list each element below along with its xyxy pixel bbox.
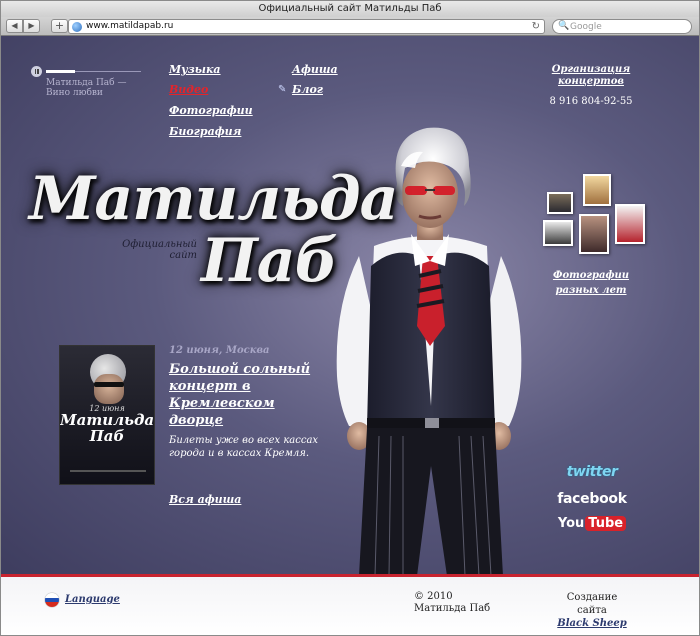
photo-thumb[interactable] [583,174,611,206]
search-bar[interactable]: 🔍 [552,19,692,34]
add-bookmark-button[interactable]: + [51,19,68,33]
logo-first-name: Матильда [29,164,398,234]
window-title: Официальный сайт Матильды Паб [1,1,699,17]
photo-thumb[interactable] [615,204,645,244]
all-afisha-link[interactable]: Вся афиша [169,493,241,506]
back-icon: ◀ [11,21,18,30]
forward-icon: ▶ [28,21,35,30]
poster-name: Матильда Паб [60,411,155,445]
youtube-link[interactable]: You Tube [557,516,627,531]
logo-tagline: Официальный сайт [122,239,197,261]
poster-face [94,374,124,404]
back-button[interactable]: ◀ [6,19,23,33]
event-description: Билеты уже во всех кассах города и в кас… [169,435,319,459]
search-input[interactable] [570,21,685,32]
copyright-name: Матильда Паб [414,603,491,614]
player-progress[interactable] [46,70,141,73]
menu-item-video[interactable]: Видео [169,83,208,96]
contact-phone: 8 916 804-92-55 [549,96,633,107]
russian-flag-icon [45,593,59,607]
copyright: © 2010 Матильда Паб [414,591,490,615]
photo-thumb[interactable] [547,192,573,214]
photo-thumb[interactable] [543,220,573,246]
pencil-icon: ✎ [278,84,287,95]
page-content: Матильда Паб — Вино любви Музыка Видео Ф… [1,36,699,574]
address-bar[interactable]: www.matildapab.ru ↻ [68,19,545,34]
address-text: www.matildapab.ru [86,21,174,31]
event-date: 12 июня, Москва [169,345,270,356]
credits-label: Создание сайта [566,592,618,616]
search-icon: 🔍 [558,21,570,31]
site-credits: Создание сайта Black Sheep [556,591,628,630]
forward-button[interactable]: ▶ [23,19,40,33]
page-footer: Language © 2010 Матильда Паб Создание са… [1,574,699,635]
event-title-link[interactable]: Большой сольный концерт в Кремлевском дв… [169,361,329,429]
logo-last-name: Паб [201,226,338,296]
facebook-link[interactable]: facebook [557,491,627,507]
pause-icon[interactable] [31,66,42,77]
menu-item-music[interactable]: Музыка [169,63,221,76]
poster-glasses [94,382,124,387]
language-link[interactable]: Language [65,594,120,605]
browser-toolbar: ◀ ▶ + www.matildapab.ru ↻ 🔍 [1,17,699,36]
player-progress-fill [46,70,75,73]
copyright-year: © 2010 [414,591,453,602]
globe-icon [72,22,82,32]
menu-item-biography[interactable]: Биография [169,125,241,138]
photo-thumbnails[interactable] [539,174,649,254]
photos-years-link[interactable]: Фотографии разных лет [541,268,641,298]
twitter-link[interactable]: twitter [557,464,627,480]
reload-icon[interactable]: ↻ [532,20,540,33]
black-sheep-link[interactable]: Black Sheep [556,617,628,630]
plus-icon: + [54,19,65,32]
poster-divider [70,470,146,472]
menu-item-afisha[interactable]: Афиша [292,63,338,76]
concert-organization-link[interactable]: Организация концертов [536,64,646,88]
photo-thumb[interactable] [579,214,609,254]
menu-item-blog-wrap: ✎ Блог [278,83,323,96]
player-track-title: Матильда Паб — Вино любви [46,78,127,98]
youtube-logo-tube: Tube [585,516,627,531]
contacts-block: Организация концертов 8 916 804-92-55 [536,64,646,107]
menu-item-blog[interactable]: Блог [292,83,323,96]
youtube-logo-you: You [557,516,585,531]
menu-item-photos[interactable]: Фотографии [169,104,253,117]
concert-poster[interactable]: 12 июня Матильда Паб [59,345,155,485]
